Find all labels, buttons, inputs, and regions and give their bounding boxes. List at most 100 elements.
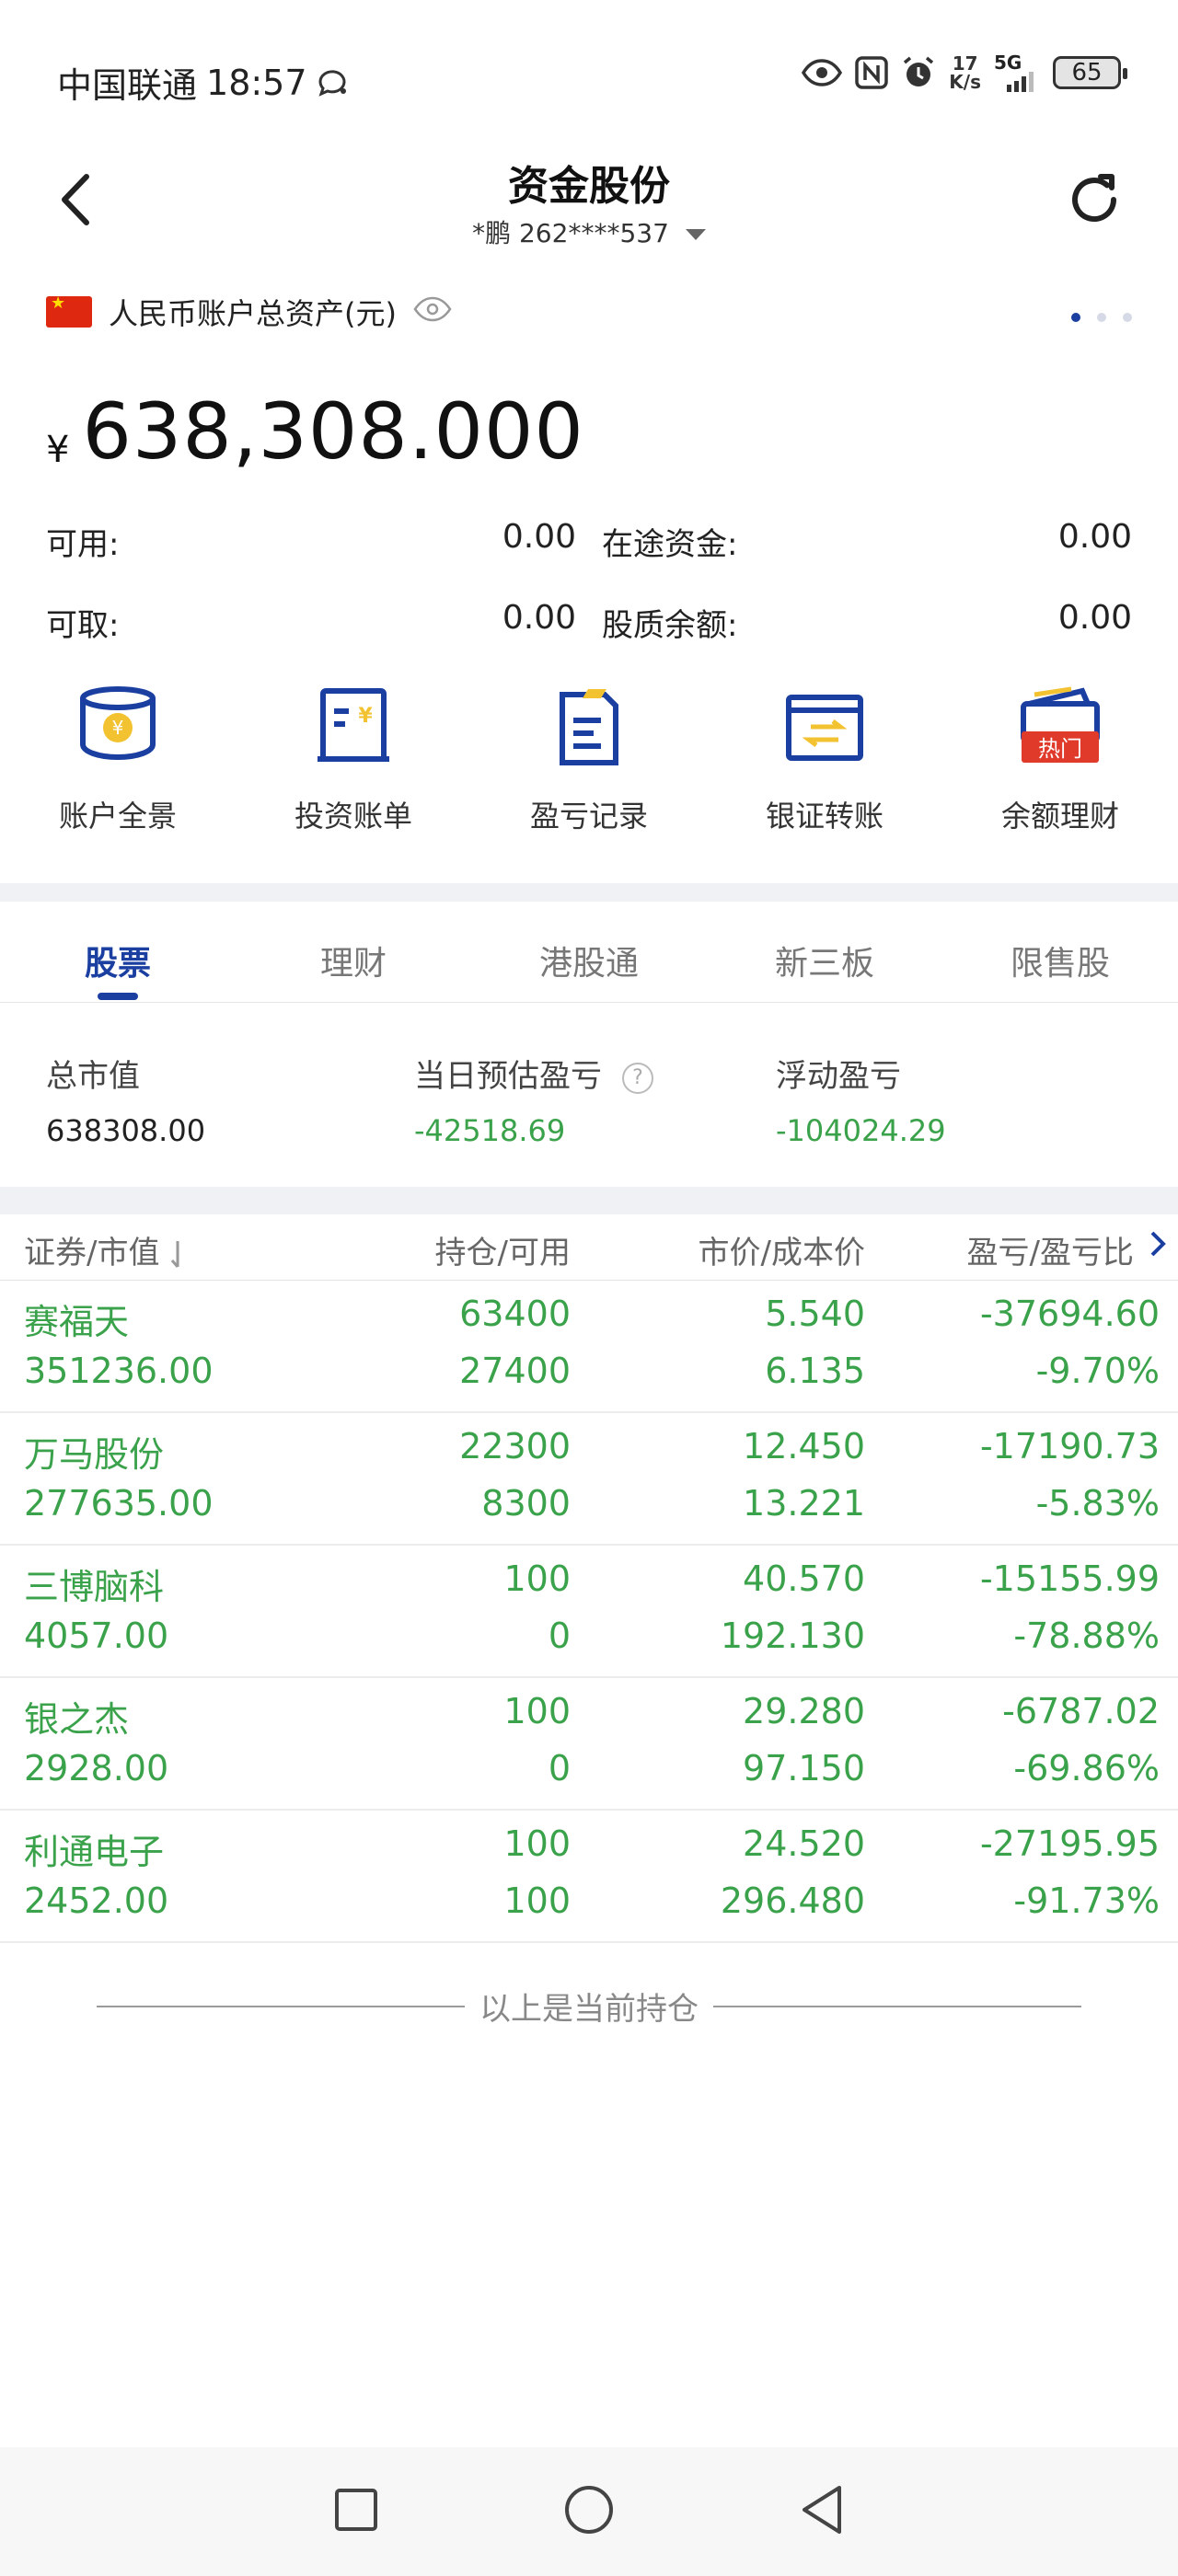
account-selector[interactable]: *鹏 262****537 bbox=[0, 213, 1178, 250]
help-icon[interactable]: ? bbox=[622, 1062, 653, 1094]
balance-wealth-button[interactable]: 热门 余额理财 bbox=[942, 681, 1178, 865]
stock-cost: 192.130 bbox=[720, 1616, 865, 1656]
svg-text:¥: ¥ bbox=[358, 705, 373, 728]
square-icon bbox=[335, 2489, 377, 2531]
back-nav-button[interactable] bbox=[799, 2484, 845, 2539]
withdrawable-label: 可取: bbox=[46, 607, 120, 644]
market-value-label: 总市值 bbox=[46, 1058, 140, 1095]
daily-pnl-label: 当日预估盈亏 bbox=[414, 1058, 602, 1095]
stock-pnl-ratio: -9.70% bbox=[1035, 1351, 1160, 1391]
stock-position: 63400 bbox=[459, 1294, 571, 1334]
section-divider bbox=[0, 883, 1178, 902]
system-navigation-bar bbox=[0, 2447, 1178, 2576]
table-row[interactable]: 利通电子 2452.00 100 100 24.520 296.480 -271… bbox=[0, 1811, 1178, 1943]
pnl-record-button[interactable]: 盈亏记录 bbox=[471, 681, 707, 865]
bank-transfer-label: 银证转账 bbox=[765, 799, 884, 834]
svg-text:¥: ¥ bbox=[112, 717, 124, 739]
stock-position: 100 bbox=[503, 1558, 571, 1599]
stock-pnl-ratio: -69.86% bbox=[1013, 1748, 1160, 1788]
available-value: 0.00 bbox=[502, 518, 576, 556]
stock-pnl: -37694.60 bbox=[979, 1294, 1160, 1334]
account-overview-button[interactable]: ¥ 账户全景 bbox=[0, 681, 236, 865]
battery-level: 65 bbox=[1071, 59, 1103, 86]
stock-pnl: -15155.99 bbox=[979, 1558, 1160, 1599]
balance-wealth-label: 余额理财 bbox=[1000, 799, 1119, 834]
stock-name: 三博脑科 bbox=[24, 1567, 165, 1607]
sort-security-header[interactable]: 证券/市值 bbox=[24, 1227, 186, 1272]
caret-down-icon bbox=[685, 229, 706, 240]
total-assets: ¥ 638,308.000 bbox=[46, 386, 584, 477]
stock-available: 0 bbox=[548, 1748, 571, 1788]
stock-name: 银之杰 bbox=[24, 1699, 130, 1740]
tab-stocks[interactable]: 股票 bbox=[0, 902, 236, 1002]
stock-pnl: -17190.73 bbox=[979, 1426, 1160, 1466]
pnl-record-label: 盈亏记录 bbox=[529, 799, 648, 834]
stock-market-value: 277635.00 bbox=[24, 1483, 214, 1524]
stock-pnl: -6787.02 bbox=[1002, 1691, 1160, 1731]
signal-5g-icon: 5G bbox=[994, 53, 1040, 92]
investment-bill-label: 投资账单 bbox=[294, 799, 412, 834]
stock-position: 100 bbox=[503, 1823, 571, 1864]
pnl-record-icon bbox=[543, 681, 635, 773]
total-assets-header: 人民币账户总资产(元) bbox=[46, 291, 452, 333]
tab-hk-connect[interactable]: 港股通 bbox=[471, 902, 707, 1002]
page-header: 资金股份 *鹏 262****537 bbox=[0, 147, 1178, 258]
status-right: 17 K/s 5G 65 bbox=[802, 53, 1127, 93]
china-flag-icon bbox=[46, 293, 92, 328]
refresh-button[interactable] bbox=[1062, 167, 1126, 232]
circle-icon bbox=[565, 2486, 613, 2534]
in-transit-value: 0.00 bbox=[1057, 518, 1132, 556]
tab-wealth[interactable]: 理财 bbox=[236, 902, 471, 1002]
divider-line bbox=[713, 2005, 1081, 2007]
page-title: 资金股份 bbox=[508, 163, 670, 210]
currency-symbol: ¥ bbox=[46, 429, 70, 471]
holdings-end-text: 以上是当前持仓 bbox=[479, 1991, 699, 2028]
stock-price: 29.280 bbox=[743, 1691, 865, 1731]
in-transit-label: 在途资金: bbox=[602, 526, 738, 563]
chevron-right-icon bbox=[1150, 1231, 1166, 1257]
toggle-visibility-button[interactable] bbox=[413, 294, 452, 329]
home-button[interactable] bbox=[563, 2484, 615, 2539]
table-row[interactable]: 万马股份 277635.00 22300 8300 12.450 13.221 … bbox=[0, 1413, 1178, 1546]
table-row[interactable]: 三博脑科 4057.00 100 0 40.570 192.130 -15155… bbox=[0, 1546, 1178, 1678]
stock-position: 100 bbox=[503, 1691, 571, 1731]
hot-badge: 热门 bbox=[1038, 736, 1082, 762]
refresh-icon bbox=[1072, 174, 1116, 223]
network-type: 5G bbox=[994, 52, 1022, 74]
holdings-end-note: 以上是当前持仓 bbox=[0, 1984, 1178, 2029]
stock-pnl-ratio: -78.88% bbox=[1013, 1616, 1160, 1656]
status-bar: 中国联通 18:57 17 K/s 5G 65 bbox=[0, 0, 1178, 147]
stock-price: 40.570 bbox=[743, 1558, 865, 1599]
tab-restricted[interactable]: 限售股 bbox=[942, 902, 1178, 1002]
header-pnl: 盈亏/盈亏比 bbox=[966, 1235, 1134, 1271]
page-dot-3 bbox=[1123, 313, 1132, 322]
stock-market-value: 2452.00 bbox=[24, 1880, 169, 1921]
quick-actions: ¥ 账户全景 ¥ 投资账单 盈亏记录 银证转账 热门 余额理财 bbox=[0, 681, 1178, 865]
total-assets-label: 人民币账户总资产(元) bbox=[109, 296, 397, 331]
clock: 18:57 bbox=[206, 62, 307, 103]
header-price: 市价/成本价 bbox=[698, 1235, 865, 1271]
stock-available: 27400 bbox=[459, 1351, 571, 1391]
page-dot-2 bbox=[1097, 313, 1106, 322]
bank-transfer-button[interactable]: 银证转账 bbox=[707, 681, 942, 865]
tab-neeq[interactable]: 新三板 bbox=[707, 902, 942, 1002]
network-speed-unit: K/s bbox=[949, 71, 981, 93]
page-dot-1 bbox=[1071, 313, 1080, 322]
scroll-right-button[interactable] bbox=[1149, 1227, 1167, 1269]
recent-apps-button[interactable] bbox=[333, 2487, 379, 2536]
alarm-icon bbox=[901, 55, 936, 90]
header-position: 持仓/可用 bbox=[434, 1235, 571, 1271]
floating-pnl: -104024.29 bbox=[776, 1113, 946, 1148]
total-assets-value: 638,308.000 bbox=[82, 386, 584, 477]
daily-pnl: -42518.69 bbox=[414, 1113, 566, 1148]
stock-pnl-ratio: -5.83% bbox=[1035, 1483, 1160, 1524]
stock-position: 22300 bbox=[459, 1426, 571, 1466]
table-row[interactable]: 银之杰 2928.00 100 0 29.280 97.150 -6787.02… bbox=[0, 1678, 1178, 1811]
nfc-icon bbox=[855, 56, 889, 89]
investment-bill-button[interactable]: ¥ 投资账单 bbox=[236, 681, 471, 865]
stock-available: 0 bbox=[548, 1616, 571, 1656]
page-indicator bbox=[1071, 313, 1132, 322]
stock-available: 8300 bbox=[481, 1483, 571, 1524]
table-row[interactable]: 赛福天 351236.00 63400 27400 5.540 6.135 -3… bbox=[0, 1281, 1178, 1413]
stock-market-value: 351236.00 bbox=[24, 1351, 214, 1391]
